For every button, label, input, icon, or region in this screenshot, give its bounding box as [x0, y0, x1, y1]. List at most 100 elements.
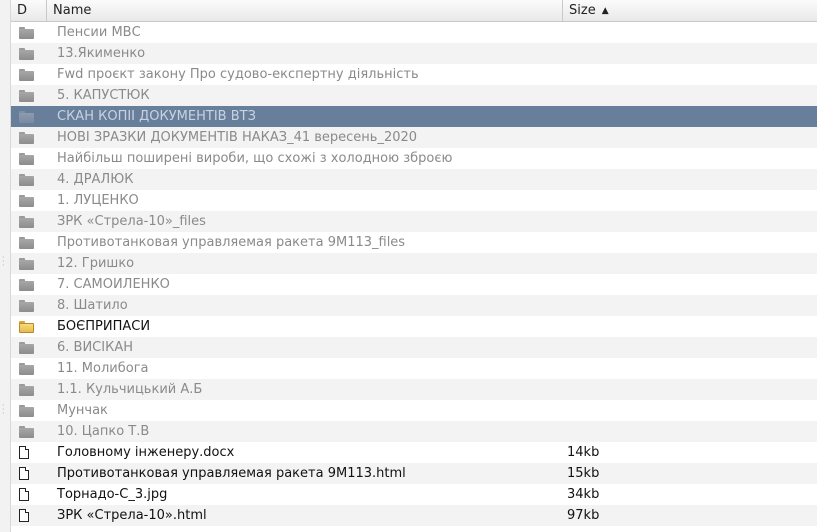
- folder-row[interactable]: СКАН КОПІЇ ДОКУМЕНТІВ ВТЗ: [11, 106, 817, 127]
- row-icon-cell: [11, 295, 47, 316]
- folder-row[interactable]: Мунчак: [11, 400, 817, 421]
- file-row[interactable]: Противотанковая управляемая ракета 9М113…: [11, 463, 817, 484]
- row-icon-cell: [11, 421, 47, 442]
- file-row[interactable]: Головному інженеру.docx 14kb: [11, 442, 817, 463]
- column-header: D Name Size ▲: [11, 0, 817, 22]
- folder-row[interactable]: БОЄПРИПАСИ: [11, 316, 817, 337]
- folder-icon: [19, 425, 34, 438]
- column-header-size[interactable]: Size ▲: [563, 0, 817, 21]
- folder-row[interactable]: 11. Молибога: [11, 358, 817, 379]
- folder-row[interactable]: 7. САМОЙЛЕНКО: [11, 274, 817, 295]
- folder-row[interactable]: 5. КАПУСТЮК: [11, 85, 817, 106]
- row-name: Противотанковая управляемая ракета 9М113…: [57, 466, 406, 481]
- row-name: Головному інженеру.docx: [57, 445, 235, 460]
- sort-ascending-icon: ▲: [601, 5, 609, 16]
- folder-icon: [19, 89, 34, 102]
- row-name: 7. САМОЙЛЕНКО: [57, 277, 170, 292]
- row-name: Найбільш поширені вироби, що схожі з хол…: [57, 151, 453, 166]
- file-row[interactable]: Торнадо-С_3.jpg 34kb: [11, 484, 817, 505]
- folder-row[interactable]: 1. ЛУЦЕНКО: [11, 190, 817, 211]
- row-icon-cell: [11, 85, 47, 106]
- row-size: 34kb: [567, 487, 600, 502]
- row-icon-cell: [11, 337, 47, 358]
- folder-row[interactable]: Пенсии МВС: [11, 22, 817, 43]
- folder-row[interactable]: 1.1. Кульчицький А.Б: [11, 379, 817, 400]
- column-name-label: Name: [53, 3, 92, 18]
- column-header-d[interactable]: D: [11, 0, 47, 21]
- column-header-name[interactable]: Name: [47, 0, 563, 21]
- folder-icon: [19, 131, 34, 144]
- left-resize-strip[interactable]: · · · · · ·: [0, 0, 10, 532]
- row-size: 15kb: [567, 466, 600, 481]
- row-name: 13.Якименко: [57, 46, 146, 61]
- folder-icon: [19, 68, 34, 81]
- folder-row[interactable]: НОВІ ЗРАЗКИ ДОКУМЕНТІВ НАКАЗ_41 вересень…: [11, 127, 817, 148]
- row-size: 14kb: [567, 445, 600, 460]
- row-icon-cell: [11, 463, 47, 484]
- folder-icon: [19, 362, 34, 375]
- row-name: 11. Молибога: [57, 361, 149, 376]
- folder-icon: [19, 320, 34, 333]
- folder-icon: [19, 194, 34, 207]
- grip-icon: · · ·: [2, 253, 5, 270]
- folder-row[interactable]: 8. Шатило: [11, 295, 817, 316]
- row-name: ЗРК «Стрела-10»_files: [57, 214, 206, 229]
- row-size: 97kb: [567, 508, 600, 523]
- file-icon: [19, 509, 29, 522]
- row-name: 6. ВИСІКАН: [57, 340, 133, 355]
- row-name: 1. ЛУЦЕНКО: [57, 193, 139, 208]
- row-icon-cell: [11, 484, 47, 505]
- row-icon-cell: [11, 442, 47, 463]
- folder-row[interactable]: 13.Якименко: [11, 43, 817, 64]
- row-icon-cell: [11, 358, 47, 379]
- folder-icon: [19, 152, 34, 165]
- folder-icon: [19, 383, 34, 396]
- folder-icon: [19, 173, 34, 186]
- row-icon-cell: [11, 253, 47, 274]
- folder-icon: [19, 47, 34, 60]
- row-icon-cell: [11, 274, 47, 295]
- row-icon-cell: [11, 232, 47, 253]
- row-name: ЗРК «Стрела-10».html: [57, 508, 207, 523]
- folder-icon: [19, 299, 34, 312]
- row-name: Fwd проєкт закону Про судово-експертну д…: [57, 67, 419, 82]
- file-list: Пенсии МВС 13.Якименко Fwd проєкт закону П…: [11, 22, 817, 526]
- row-name: 1.1. Кульчицький А.Б: [57, 382, 203, 397]
- folder-row[interactable]: Противотанковая управляемая ракета 9М113…: [11, 232, 817, 253]
- folder-icon: [19, 341, 34, 354]
- folder-icon: [19, 26, 34, 39]
- folder-icon: [19, 257, 34, 270]
- row-name: 10. Цапко Т.В: [57, 424, 150, 439]
- file-icon: [19, 446, 29, 459]
- row-icon-cell: [11, 106, 47, 127]
- folder-icon: [19, 404, 34, 417]
- row-name: Мунчак: [57, 403, 108, 418]
- column-d-label: D: [17, 3, 28, 18]
- row-name: 12. Гришко: [57, 256, 135, 271]
- row-name: СКАН КОПІЇ ДОКУМЕНТІВ ВТЗ: [57, 109, 256, 124]
- row-icon-cell: [11, 379, 47, 400]
- folder-row[interactable]: ЗРК «Стрела-10»_files: [11, 211, 817, 232]
- folder-icon: [19, 236, 34, 249]
- row-name: 5. КАПУСТЮК: [57, 88, 150, 103]
- folder-row[interactable]: 4. ДРАЛЮК: [11, 169, 817, 190]
- file-icon: [19, 488, 29, 501]
- folder-row[interactable]: Найбільш поширені вироби, що схожі з хол…: [11, 148, 817, 169]
- row-icon-cell: [11, 22, 47, 43]
- row-name: Торнадо-С_3.jpg: [57, 487, 168, 502]
- folder-row[interactable]: 6. ВИСІКАН: [11, 337, 817, 358]
- folder-row[interactable]: 10. Цапко Т.В: [11, 421, 817, 442]
- row-icon-cell: [11, 148, 47, 169]
- column-size-label: Size: [569, 3, 596, 18]
- row-icon-cell: [11, 505, 47, 526]
- row-name: Пенсии МВС: [57, 25, 141, 40]
- row-name: Противотанковая управляемая ракета 9М113…: [57, 235, 406, 250]
- file-row[interactable]: ЗРК «Стрела-10».html 97kb: [11, 505, 817, 526]
- folder-icon: [19, 278, 34, 291]
- row-icon-cell: [11, 316, 47, 337]
- grip-icon: · · ·: [2, 401, 5, 418]
- row-icon-cell: [11, 190, 47, 211]
- folder-row[interactable]: Fwd проєкт закону Про судово-експертну д…: [11, 64, 817, 85]
- folder-row[interactable]: 12. Гришко: [11, 253, 817, 274]
- folder-icon: [19, 215, 34, 228]
